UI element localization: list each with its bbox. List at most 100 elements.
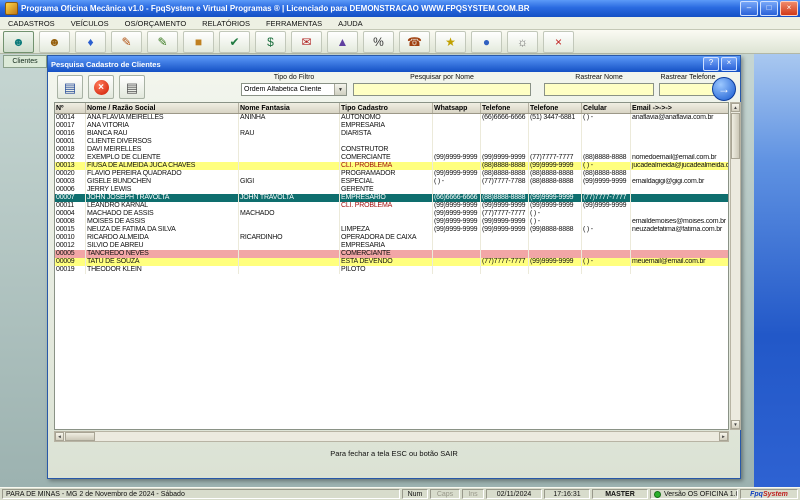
table-row[interactable]: 00010 RICARDO ALMEIDA RICARDINHO OPERADORA … (55, 234, 728, 242)
grid-header-row: Nº Nome / Razão Social Nome Fantasia Tipo C… (55, 103, 728, 114)
table-row[interactable]: 00011 LEANDRO KARNAL CLI. PROBLEMA (99)9999… (55, 202, 728, 210)
minimize-button[interactable]: – (740, 1, 758, 16)
main-toolbar: ☻ ☻ ♦ ✎ ✎ ■ ✔ $ ✉ ▲% ☎ ★ ● ☼ × (0, 30, 800, 54)
veiculos-button[interactable]: ♦ (75, 30, 106, 53)
table-row[interactable]: 00020 FLAVIO PEREIRA QUADRADO PROGRAMADOR(… (55, 170, 728, 178)
table-row[interactable]: 00014 ANA FLAVIA MEIRELLES ANINHA AUTONOMO (… (55, 113, 728, 122)
cell: 00010 (55, 234, 86, 242)
cell: CONSTRUTOR (339, 146, 433, 154)
scroll-up-icon[interactable]: ▲ (731, 103, 740, 112)
relatorios-button[interactable]: ▲ (327, 30, 358, 53)
table-row[interactable]: 00002 EXEMPLO DE CLIENTE COMERCIANTE (99)99… (55, 154, 728, 162)
configuracoes-button[interactable]: ☼ (507, 30, 538, 53)
etiquetas-button[interactable]: ★ (435, 30, 466, 53)
cell (528, 122, 582, 130)
menu-ferramentas[interactable]: FERRAMENTAS (258, 19, 330, 28)
table-row[interactable]: 00007 JOHN JOSEPH TRAVOLTA JOHN TRAVOLTA EM… (55, 194, 728, 202)
search-name-input[interactable] (353, 83, 531, 96)
dialog-title-bar[interactable]: Pesquisa Cadastro de Clientes ? × (48, 56, 740, 72)
search-go-button[interactable]: → (712, 77, 736, 101)
vertical-scrollbar-thumb[interactable] (731, 113, 740, 159)
cell: 00005 (55, 250, 86, 258)
column-header-6[interactable]: Telefone (528, 103, 582, 114)
menu-relatorios[interactable]: RELATÓRIOS (194, 19, 258, 28)
cell: CLIENTE DIVERSOS (85, 138, 239, 146)
table-row[interactable]: 00006 JERRY LEWIS GERENTE (55, 186, 728, 194)
ordem-servico-button[interactable]: ✎ (111, 30, 142, 53)
table-row[interactable]: 00001 CLIENTE DIVERSOS (55, 138, 728, 146)
column-header-2[interactable]: Nome Fantasia (238, 103, 340, 114)
caixa-button[interactable]: $ (255, 30, 286, 53)
column-header-0[interactable]: Nº (55, 103, 86, 114)
arrow-right-icon: → (718, 82, 730, 96)
print-button[interactable]: ▤ (57, 75, 83, 99)
table-row[interactable]: 00008 MOISES DE ASSIS (99)9999-9999 (99)999… (55, 218, 728, 226)
scroll-down-icon[interactable]: ▼ (731, 420, 740, 429)
horizontal-scrollbar-thumb[interactable] (65, 432, 95, 441)
table-row[interactable]: 00003 GISELE BUNDCHEN GIGI ESPECIAL( ) - (77… (55, 178, 728, 186)
table-row[interactable]: 00017 ANA VITÓRIA EMPRESARIA (55, 122, 728, 130)
column-header-4[interactable]: Whatsapp (432, 103, 481, 114)
search-name-label: Pesquisar por Nome (410, 74, 474, 81)
cell (630, 194, 728, 202)
dialog-help-button[interactable]: ? (703, 57, 719, 71)
track-name-input[interactable] (544, 83, 654, 96)
table-row[interactable]: 00005 TANCREDO NEVES COMERCIANTE (55, 250, 728, 258)
contas-button[interactable]: ✉ (291, 30, 322, 53)
orcamento-button[interactable]: ✎ (147, 30, 178, 53)
backup-button[interactable]: ● (471, 30, 502, 53)
application-window: Programa Oficina Mecânica v1.0 - FpqSyst… (0, 0, 800, 500)
servicos-button[interactable]: ✔ (219, 30, 250, 53)
configuracoes-icon: ☼ (517, 34, 528, 49)
desktop-wallpaper-band (754, 54, 800, 487)
fornecedores-button[interactable]: ☻ (39, 30, 70, 53)
table-row[interactable]: 00016 BIANCA RAU RAU DIARISTA (55, 130, 728, 138)
cell (630, 250, 728, 258)
print-list-button[interactable]: ▤ (119, 75, 145, 99)
table-row[interactable]: 00018 DAVI MEIRELLES CONSTRUTOR (55, 146, 728, 154)
delete-icon: × (93, 79, 109, 95)
sair-icon: × (554, 34, 562, 49)
column-header-1[interactable]: Nome / Razão Social (85, 103, 239, 114)
sair-button[interactable]: × (543, 30, 574, 53)
cell: RICARDINHO (238, 234, 340, 242)
dialog-close-button[interactable]: × (721, 57, 737, 71)
column-header-5[interactable]: Telefone (480, 103, 529, 114)
close-button[interactable]: × (780, 1, 798, 16)
cell (630, 146, 728, 154)
clientes-button[interactable]: ☻ (3, 30, 34, 53)
vertical-scrollbar[interactable]: ▲ ▼ (730, 102, 741, 430)
menu-os-orcamento[interactable]: OS/ORÇAMENTO (117, 19, 195, 28)
cell: (51) 3447-6881 (528, 113, 582, 122)
calculadora-button[interactable]: % (363, 30, 394, 53)
column-header-7[interactable]: Celular (581, 103, 631, 114)
horizontal-scrollbar[interactable]: ◄ ► (54, 431, 729, 442)
cell: ( ) - (581, 113, 631, 122)
menu-ajuda[interactable]: AJUDA (330, 19, 371, 28)
column-header-8[interactable]: Email ->->-> (630, 103, 728, 114)
scroll-right-icon[interactable]: ► (719, 432, 728, 441)
cell: meuemail@email.com.br (630, 258, 728, 266)
menu-veiculos[interactable]: VEÍCULOS (63, 19, 117, 28)
agenda-button[interactable]: ☎ (399, 30, 430, 53)
track-phone-input[interactable] (659, 83, 716, 96)
cell: emaildemoises@moises.com.br (630, 218, 728, 226)
table-row[interactable]: 00015 NEUZA DE FATIMA DA SILVA LIMPEZA (99)… (55, 226, 728, 234)
cell (339, 138, 433, 146)
table-row[interactable]: 00009 TATU DE SOUZA ESTA DEVENDO (77)7777-7… (55, 258, 728, 266)
cell: ( ) - (581, 162, 631, 170)
column-header-3[interactable]: Tipo Cadastro (339, 103, 433, 114)
cell: (99)9999-9999 (432, 226, 481, 234)
table-row[interactable]: 00013 FIUSA DE ALMEIDA JUCA CHAVES CLI. PR… (55, 162, 728, 170)
delete-button[interactable]: × (88, 75, 114, 99)
filter-type-select[interactable]: Ordem Alfabetica Cliente ▼ (241, 83, 347, 96)
menu-cadastros[interactable]: CADASTROS (0, 19, 63, 28)
table-row[interactable]: 00004 MACHADO DE ASSIS MACHADO (99)9999-999… (55, 210, 728, 218)
table-row[interactable]: 00019 THEODOR KLEIN PILOTO (55, 266, 728, 274)
chevron-down-icon[interactable]: ▼ (334, 84, 346, 95)
maximize-button[interactable]: □ (760, 1, 778, 16)
scroll-left-icon[interactable]: ◄ (55, 432, 64, 441)
cell: (99)9999-9999 (581, 202, 631, 210)
produtos-button[interactable]: ■ (183, 30, 214, 53)
table-row[interactable]: 00012 SILVIO DE ABREU EMPRESARIA (55, 242, 728, 250)
